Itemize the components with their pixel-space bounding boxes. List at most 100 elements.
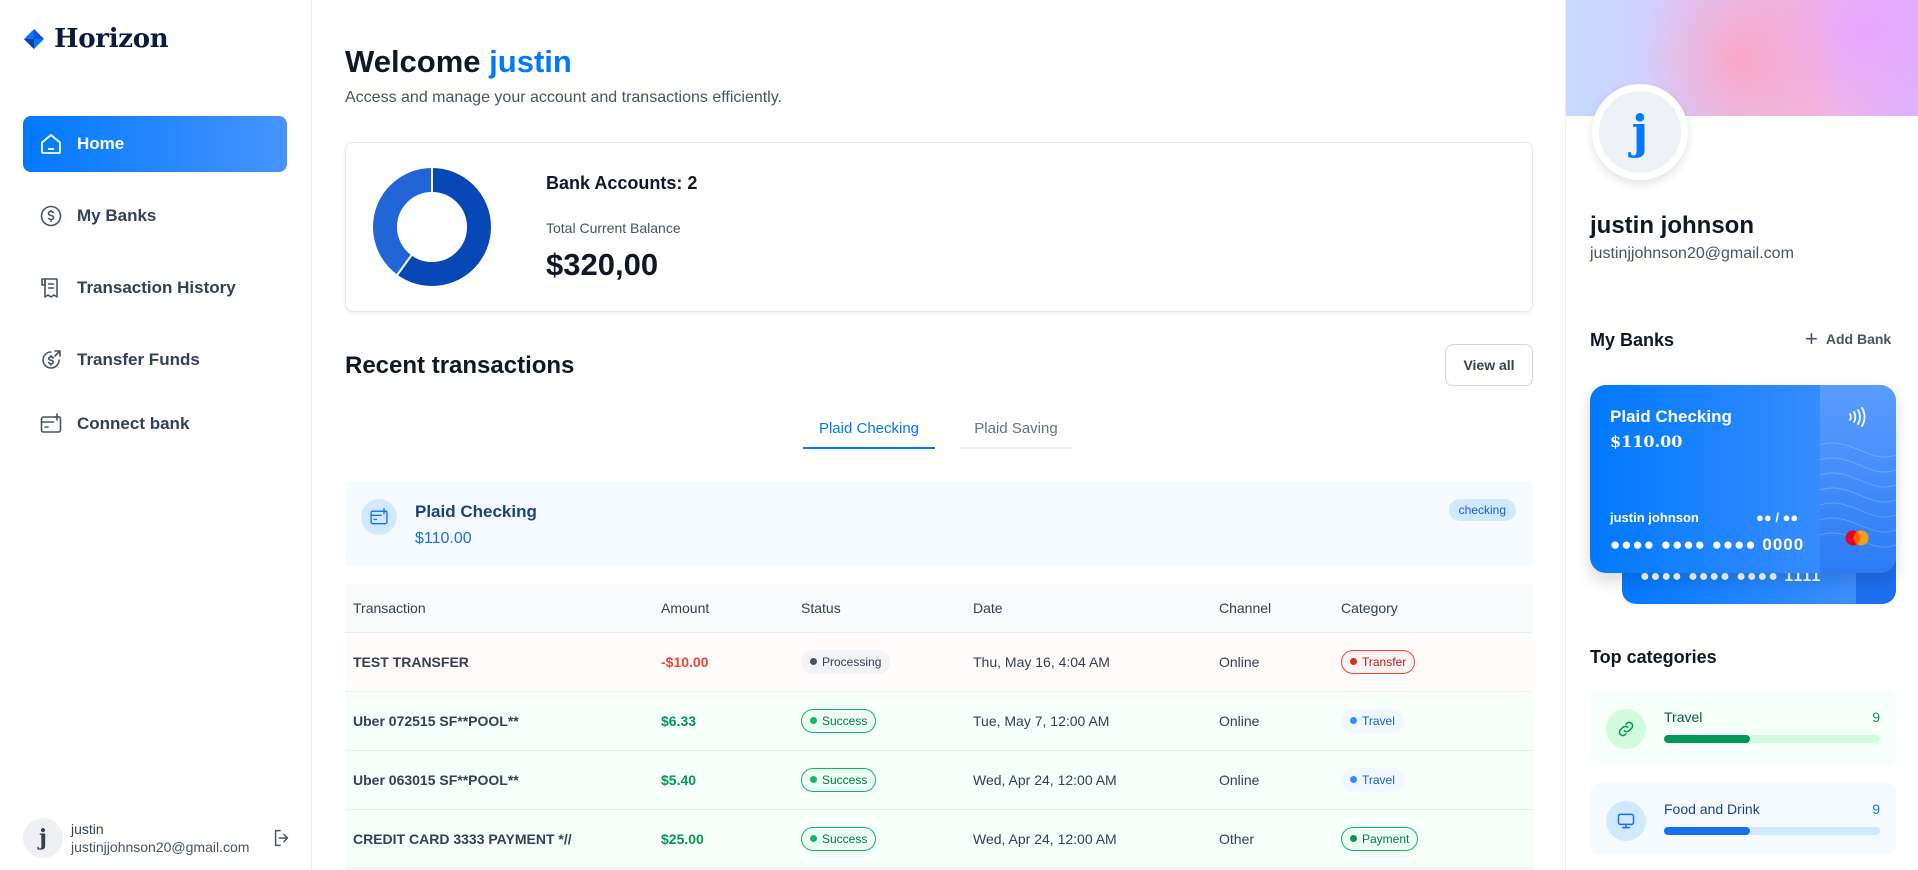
table-row[interactable]: Uber 072515 SF**POOL** $6.33 Success Tue… bbox=[345, 691, 1533, 751]
table-row[interactable]: Uber 063015 SF**POOL** $5.40 Success Wed… bbox=[345, 750, 1533, 810]
sidebar-item-label: Transfer Funds bbox=[77, 350, 200, 369]
category-progress-bar bbox=[1664, 827, 1880, 835]
dollar-circle-icon bbox=[40, 205, 62, 227]
total-balance-label: Total Current Balance bbox=[546, 220, 681, 236]
category-badge: Travel bbox=[1341, 708, 1404, 733]
bank-card[interactable]: Plaid Checking $110.00 justin johnson ●●… bbox=[1590, 385, 1896, 573]
view-all-button[interactable]: View all bbox=[1445, 344, 1533, 386]
my-banks-title: My Banks bbox=[1590, 330, 1675, 350]
category-label: Travel bbox=[1362, 772, 1395, 787]
transaction-date: Tue, May 7, 12:00 AM bbox=[965, 691, 1211, 751]
transaction-status-cell: Success bbox=[793, 750, 965, 810]
card-balance: $110.00 bbox=[1610, 432, 1683, 451]
main-content: Welcome justin Access and manage your ac… bbox=[313, 0, 1565, 870]
add-bank-button[interactable]: + Add Bank bbox=[1805, 326, 1892, 351]
sidebar-item-my-banks[interactable]: My Banks bbox=[23, 188, 287, 244]
transaction-date: Thu, May 16, 4:04 AM bbox=[965, 632, 1211, 692]
contactless-icon bbox=[1849, 407, 1866, 427]
bank-accounts-count: Bank Accounts: 2 bbox=[546, 173, 698, 193]
column-header-status: Status bbox=[793, 584, 965, 633]
transaction-category-cell: Travel bbox=[1333, 691, 1533, 751]
right-sidebar: j justin johnson justinjjohnson20@gmail.… bbox=[1565, 0, 1918, 870]
user-email: justinjjohnson20@gmail.com bbox=[71, 839, 250, 855]
add-bank-label: Add Bank bbox=[1825, 331, 1892, 347]
user-info: justin justinjjohnson20@gmail.com bbox=[71, 821, 263, 855]
logo[interactable]: Horizon bbox=[23, 24, 169, 54]
category-progress-bar bbox=[1664, 735, 1880, 743]
transaction-category-cell: Transfer bbox=[1333, 632, 1533, 692]
category-food-and-drink[interactable]: Food and Drink 9 bbox=[1590, 783, 1896, 855]
status-label: Success bbox=[822, 772, 868, 787]
category-badge: Transfer bbox=[1341, 649, 1416, 674]
column-header-category: Category bbox=[1333, 584, 1533, 633]
category-dot bbox=[1350, 658, 1357, 665]
sidebar-item-home[interactable]: Home bbox=[23, 116, 287, 172]
category-progress-fill bbox=[1664, 827, 1751, 835]
transaction-channel: Online bbox=[1211, 750, 1333, 810]
selected-bank-info: Plaid Checking $110.00 checking bbox=[345, 481, 1533, 567]
total-balance-value: $320,00 bbox=[546, 247, 659, 282]
category-travel[interactable]: Travel 9 bbox=[1590, 691, 1896, 763]
transaction-channel: Other bbox=[1211, 809, 1333, 869]
status-badge: Success bbox=[801, 708, 877, 733]
user-name: justin bbox=[71, 821, 104, 837]
status-label: Success bbox=[822, 831, 868, 846]
transaction-status-cell: Success bbox=[793, 809, 965, 869]
connect-bank-icon bbox=[40, 413, 62, 433]
profile-avatar[interactable]: j bbox=[1592, 84, 1688, 180]
selected-bank-balance: $110.00 bbox=[415, 530, 472, 547]
transaction-category-cell: Payment bbox=[1333, 809, 1533, 869]
plus-icon: + bbox=[1805, 326, 1818, 351]
transaction-status-cell: Processing bbox=[793, 632, 965, 692]
transaction-name: Uber 072515 SF**POOL** bbox=[345, 691, 653, 751]
status-label: Processing bbox=[822, 654, 882, 669]
transaction-date: Wed, Apr 24, 12:00 AM bbox=[965, 750, 1211, 810]
sidebar-item-connect-bank[interactable]: Connect bank bbox=[23, 396, 287, 452]
category-name: Food and Drink bbox=[1664, 801, 1760, 817]
status-dot bbox=[810, 776, 817, 783]
avatar[interactable]: j bbox=[23, 818, 63, 858]
welcome-user-name: justin bbox=[489, 44, 572, 79]
logout-icon[interactable] bbox=[271, 827, 293, 849]
status-badge: Success bbox=[801, 767, 877, 792]
sidebar-item-transaction-history[interactable]: Transaction History bbox=[23, 260, 287, 316]
transaction-amount: -$10.00 bbox=[653, 632, 793, 692]
total-balance-card: Bank Accounts: 2 Total Current Balance $… bbox=[345, 142, 1533, 312]
tab-plaid-checking[interactable]: Plaid Checking bbox=[803, 409, 935, 449]
transaction-name: TEST TRANSFER bbox=[345, 632, 653, 692]
tab-plaid-saving[interactable]: Plaid Saving bbox=[959, 409, 1073, 449]
mastercard-icon bbox=[1845, 530, 1869, 546]
status-badge: Processing bbox=[801, 649, 891, 674]
transaction-channel: Online bbox=[1211, 691, 1333, 751]
category-label: Payment bbox=[1362, 831, 1410, 846]
transaction-category-cell: Travel bbox=[1333, 750, 1533, 810]
sidebar-item-label: My Banks bbox=[77, 206, 157, 225]
status-dot bbox=[810, 835, 817, 842]
transaction-name: Uber 063015 SF**POOL** bbox=[345, 750, 653, 810]
page-title: Welcome justin bbox=[345, 44, 572, 80]
category-count: 9 bbox=[1872, 801, 1880, 817]
card-bank-name: Plaid Checking bbox=[1610, 407, 1732, 426]
transaction-amount: $6.33 bbox=[653, 691, 793, 751]
category-dot bbox=[1350, 717, 1357, 724]
category-count: 9 bbox=[1872, 709, 1880, 725]
status-dot bbox=[810, 658, 817, 665]
transaction-date: Wed, Apr 24, 12:00 AM bbox=[965, 809, 1211, 869]
column-header-channel: Channel bbox=[1211, 584, 1333, 633]
category-progress-fill bbox=[1664, 735, 1751, 743]
sidebar-item-transfer-funds[interactable]: Transfer Funds bbox=[23, 332, 287, 388]
table-header-row: Transaction Amount Status Date Channel C… bbox=[345, 584, 1533, 633]
sidebar-user: j justin justinjjohnson20@gmail.com bbox=[23, 818, 293, 858]
table-row[interactable]: TEST TRANSFER -$10.00 Processing Thu, Ma… bbox=[345, 632, 1533, 692]
card-holder-name: justin johnson bbox=[1610, 510, 1699, 525]
top-categories-title: Top categories bbox=[1590, 647, 1717, 667]
link-icon bbox=[1618, 721, 1634, 737]
transaction-name: CREDIT CARD 3333 PAYMENT *// bbox=[345, 809, 653, 869]
home-icon bbox=[41, 134, 61, 154]
category-label: Transfer bbox=[1362, 654, 1407, 669]
category-icon-wrap bbox=[1606, 801, 1646, 841]
transaction-status-cell: Success bbox=[793, 691, 965, 751]
balance-donut-chart bbox=[373, 168, 491, 286]
category-dot bbox=[1350, 776, 1357, 783]
table-row[interactable]: CREDIT CARD 3333 PAYMENT *// $25.00 Succ… bbox=[345, 809, 1533, 869]
